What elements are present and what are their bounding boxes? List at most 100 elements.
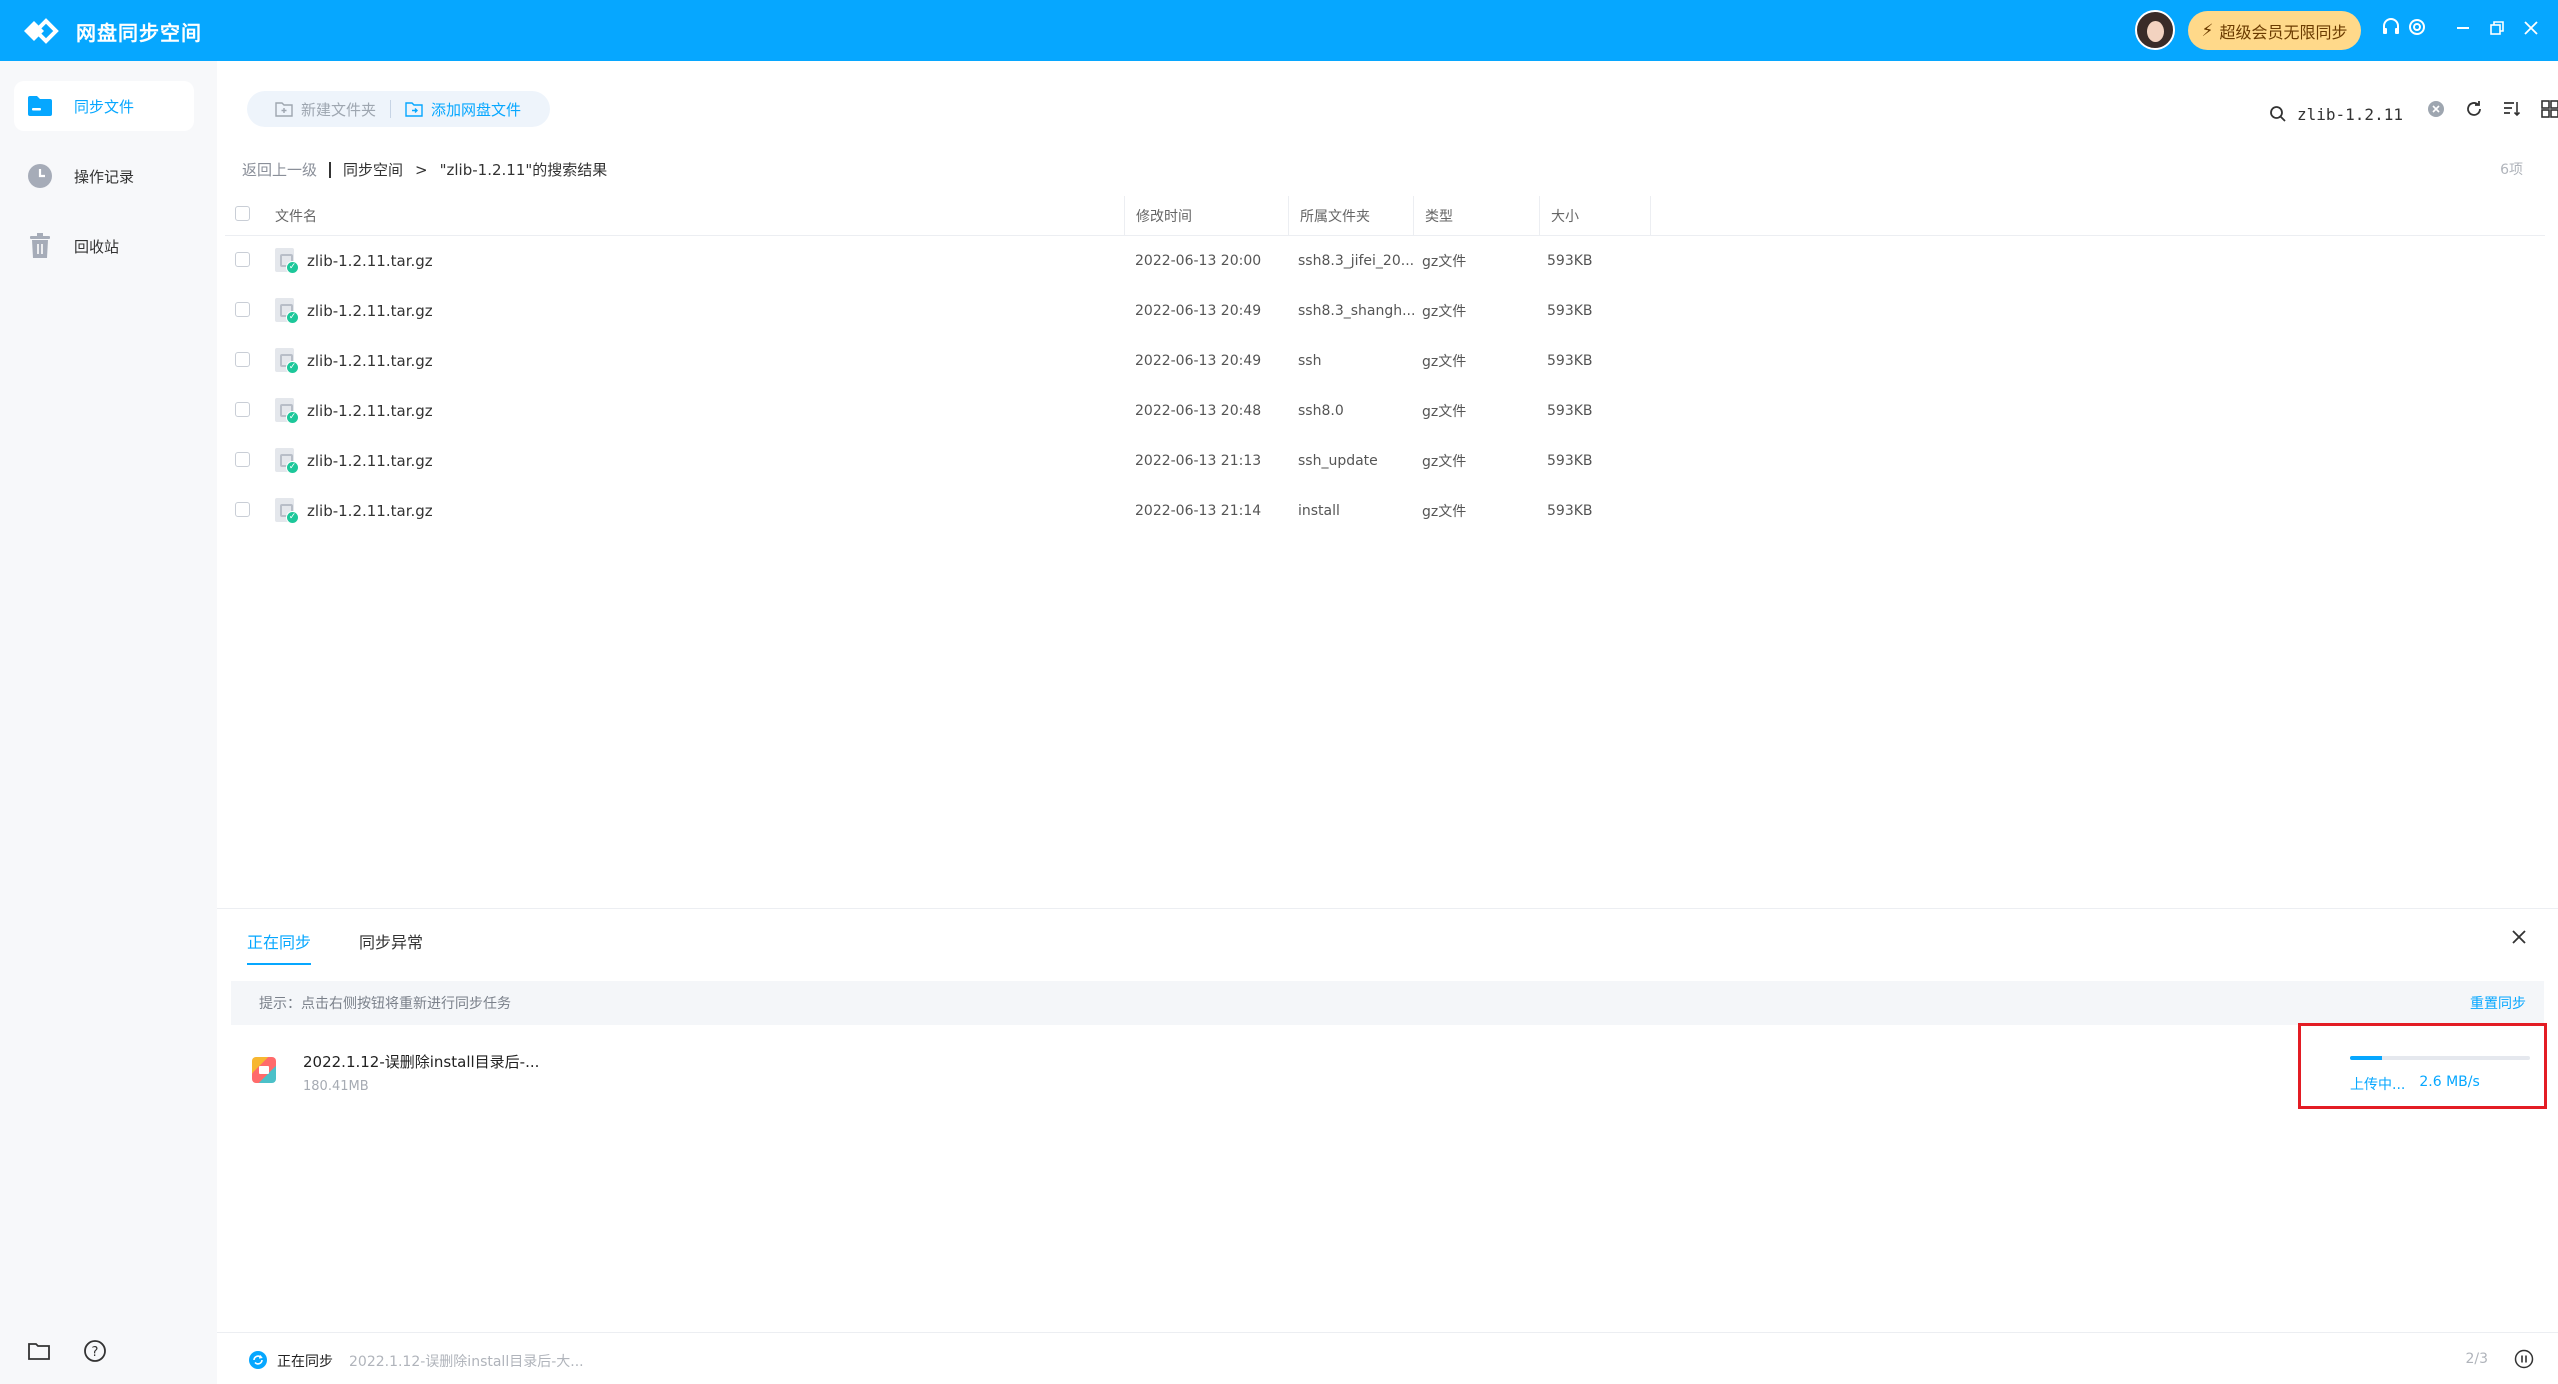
- tab-sync-errors[interactable]: 同步异常: [359, 929, 423, 965]
- grid-view-icon[interactable]: [2538, 97, 2558, 121]
- file-type: gz文件: [1422, 504, 1467, 520]
- pause-icon[interactable]: [2514, 1349, 2534, 1369]
- folder-outline-icon[interactable]: [26, 1338, 52, 1364]
- new-folder-icon: [275, 102, 293, 117]
- footer-current-file: 2022.1.12-误删除install目录后-大...: [349, 1354, 584, 1370]
- upload-status-label: 上传中...: [2350, 1077, 2406, 1093]
- file-time: 2022-06-13 20:48: [1135, 403, 1262, 419]
- file-type: gz文件: [1422, 454, 1467, 470]
- add-file-icon: [405, 102, 423, 117]
- file-name: zlib-1.2.11.tar.gz: [307, 502, 433, 520]
- back-link[interactable]: 返回上一级: [242, 159, 317, 180]
- file-folder: ssh8.0: [1298, 403, 1344, 419]
- header-folder[interactable]: 所属文件夹: [1289, 206, 1413, 226]
- table-row[interactable]: ✓ zlib-1.2.11.tar.gz 2022-06-13 21:13 ssh…: [225, 436, 2545, 486]
- settings-icon[interactable]: [2404, 17, 2430, 43]
- file-folder: ssh_update: [1298, 453, 1378, 469]
- restore-icon[interactable]: [2484, 17, 2510, 43]
- breadcrumb-separator: >: [415, 160, 428, 179]
- hint-text: 提示：点击右侧按钮将重新进行同步任务: [259, 996, 511, 1012]
- lightning-icon: ⚡: [2201, 20, 2214, 41]
- archive-file-icon: ✓: [275, 398, 299, 424]
- sidebar-item-recycle-bin[interactable]: 回收站: [14, 221, 194, 271]
- tab-syncing[interactable]: 正在同步: [247, 929, 312, 965]
- footer-progress-count: 2/3: [2465, 1351, 2488, 1367]
- row-checkbox[interactable]: [235, 401, 250, 417]
- hint-bar: 提示：点击右侧按钮将重新进行同步任务 重置同步: [231, 981, 2544, 1025]
- table-row[interactable]: ✓ zlib-1.2.11.tar.gz 2022-06-13 20:49 ssh…: [225, 286, 2545, 336]
- footer-sync-label: 正在同步: [277, 1354, 333, 1370]
- sync-icon: [249, 1351, 267, 1369]
- sort-icon[interactable]: [2500, 97, 2524, 121]
- header-name[interactable]: 文件名: [255, 206, 1124, 226]
- file-size: 593KB: [1547, 503, 1593, 519]
- headset-icon[interactable]: [2378, 17, 2404, 43]
- trash-icon: [26, 232, 54, 260]
- divider: [329, 161, 332, 178]
- table-row[interactable]: ✓ zlib-1.2.11.tar.gz 2022-06-13 20:48 ssh…: [225, 386, 2545, 436]
- upload-speed: 2.6 MB/s: [2419, 1074, 2480, 1090]
- table-row[interactable]: ✓ zlib-1.2.11.tar.gz 2022-06-13 21:14 ins…: [225, 486, 2545, 536]
- file-size: 593KB: [1547, 453, 1593, 469]
- add-netdisk-file-button[interactable]: 添加网盘文件: [391, 99, 521, 120]
- sidebar-item-sync-files[interactable]: 同步文件: [14, 81, 194, 131]
- highlight-box: [2298, 1023, 2547, 1109]
- sidebar: 同步文件 操作记录 回收站 ?: [0, 61, 217, 1384]
- retry-sync-button[interactable]: 重置同步: [2470, 993, 2526, 1013]
- file-size: 593KB: [1547, 253, 1593, 269]
- close-window-icon[interactable]: [2518, 17, 2544, 43]
- header-type[interactable]: 类型: [1414, 206, 1539, 226]
- file-time: 2022-06-13 20:49: [1135, 303, 1262, 319]
- title-bar: 网盘同步空间 ⚡ 超级会员无限同步: [0, 0, 2558, 61]
- archive-file-icon: ✓: [275, 298, 299, 324]
- select-all-checkbox[interactable]: [235, 206, 250, 221]
- breadcrumb: 返回上一级 同步空间 > "zlib-1.2.11"的搜索结果: [242, 159, 607, 180]
- sync-panel: 正在同步 同步异常 提示：点击右侧按钮将重新进行同步任务 重置同步 2022.1…: [217, 908, 2558, 1332]
- table-row[interactable]: ✓ zlib-1.2.11.tar.gz 2022-06-13 20:00 ssh…: [225, 236, 2545, 286]
- file-name: zlib-1.2.11.tar.gz: [307, 452, 433, 470]
- breadcrumb-current: "zlib-1.2.11"的搜索结果: [439, 161, 608, 179]
- file-time: 2022-06-13 21:14: [1135, 503, 1262, 519]
- file-table: 文件名 修改时间 所属文件夹 类型 大小 ✓ zlib-1.2.11.tar.gz…: [225, 195, 2545, 536]
- header-size[interactable]: 大小: [1540, 206, 1650, 226]
- close-panel-icon[interactable]: [2510, 927, 2528, 952]
- sync-tabs: 正在同步 同步异常: [247, 929, 423, 965]
- file-name: zlib-1.2.11.tar.gz: [307, 252, 433, 270]
- avatar[interactable]: [2135, 10, 2175, 50]
- new-folder-button[interactable]: 新建文件夹: [247, 99, 390, 120]
- file-size: 593KB: [1547, 303, 1593, 319]
- sidebar-item-operation-log[interactable]: 操作记录: [14, 151, 194, 201]
- row-checkbox[interactable]: [235, 501, 250, 517]
- task-size: 180.41MB: [303, 1079, 369, 1094]
- upload-progress-fill: [2350, 1056, 2383, 1060]
- row-checkbox[interactable]: [235, 301, 250, 317]
- minimize-icon[interactable]: [2450, 17, 2476, 43]
- clear-search-icon[interactable]: [2424, 97, 2448, 121]
- row-checkbox[interactable]: [235, 251, 250, 267]
- zip-file-icon: [252, 1057, 276, 1083]
- view-tools: [2424, 97, 2558, 121]
- vip-upgrade-button[interactable]: ⚡ 超级会员无限同步: [2188, 11, 2361, 50]
- archive-file-icon: ✓: [275, 498, 299, 524]
- refresh-icon[interactable]: [2462, 97, 2486, 121]
- file-folder: ssh8.3_jifei_20...: [1298, 253, 1415, 269]
- sidebar-item-label: 同步文件: [74, 97, 135, 116]
- breadcrumb-root[interactable]: 同步空间: [343, 159, 403, 180]
- table-row[interactable]: ✓ zlib-1.2.11.tar.gz 2022-06-13 20:49 ssh…: [225, 336, 2545, 386]
- help-icon[interactable]: ?: [82, 1338, 108, 1364]
- table-header: 文件名 修改时间 所属文件夹 类型 大小: [225, 195, 2545, 236]
- file-time: 2022-06-13 20:49: [1135, 353, 1262, 369]
- file-folder: ssh8.3_shangh...: [1298, 303, 1416, 319]
- row-checkbox[interactable]: [235, 351, 250, 367]
- main-panel: 新建文件夹 添加网盘文件 返回上一级 同步空间 > "zlib-1.2.11"的…: [217, 61, 2558, 908]
- file-name: zlib-1.2.11.tar.gz: [307, 402, 433, 420]
- svg-text:?: ?: [92, 1345, 99, 1360]
- file-time: 2022-06-13 21:13: [1135, 453, 1262, 469]
- file-size: 593KB: [1547, 353, 1593, 369]
- sidebar-item-label: 回收站: [74, 237, 120, 256]
- item-count: 6项: [2500, 162, 2523, 178]
- file-name: zlib-1.2.11.tar.gz: [307, 302, 433, 320]
- sync-task-item[interactable]: 2022.1.12-误删除install目录后-... 180.41MB: [231, 1025, 2544, 1121]
- row-checkbox[interactable]: [235, 451, 250, 467]
- header-time[interactable]: 修改时间: [1125, 206, 1288, 226]
